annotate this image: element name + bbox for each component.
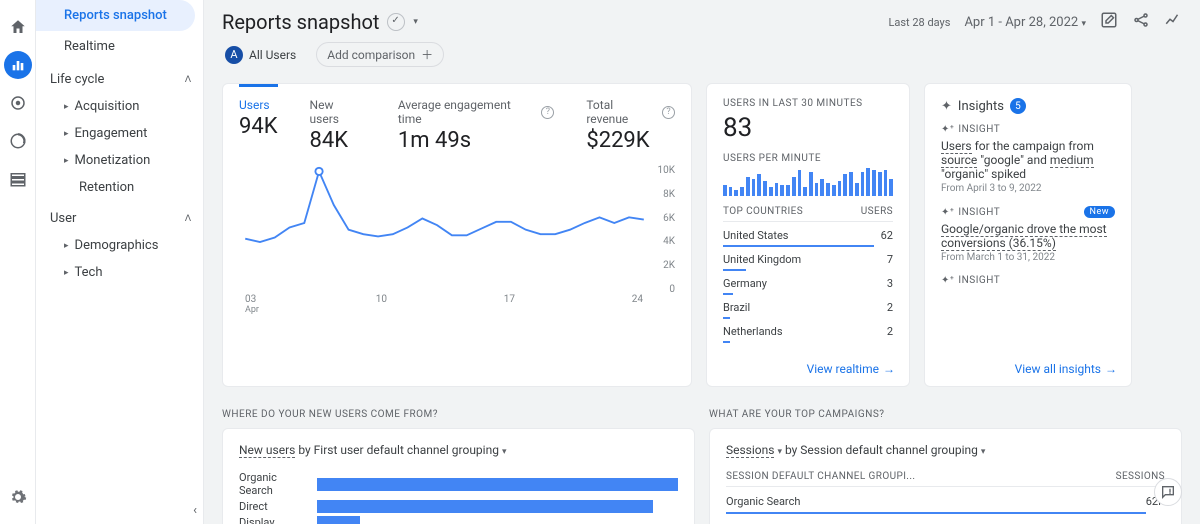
insights-icon[interactable] <box>1164 11 1182 33</box>
nav-item-reports-snapshot[interactable]: Reports snapshot <box>36 0 195 31</box>
caret-right-icon: ▸ <box>64 241 69 251</box>
realtime-title: USERS IN LAST 30 MINUTES <box>723 98 893 109</box>
nav-section-user[interactable]: Userᐱ <box>36 201 203 232</box>
top-campaigns-card: Sessions ▾ by Session default channel gr… <box>709 428 1182 524</box>
date-range-picker[interactable]: Apr 1 - Apr 28, 2022 ▾ <box>964 15 1086 30</box>
realtime-card: USERS IN LAST 30 MINUTES 83 USERS PER MI… <box>706 83 910 387</box>
country-row[interactable]: Brazil2 <box>723 298 893 322</box>
new-users-channel-card: New users by First user default channel … <box>222 428 695 524</box>
kpi-average-engagement-time[interactable]: Average engagement time?1m 49s <box>398 98 554 153</box>
caret-right-icon: ▸ <box>64 129 69 139</box>
channel-bar-row: Direct <box>239 500 678 513</box>
chevron-up-icon: ᐱ <box>185 75 191 85</box>
help-icon[interactable]: ? <box>662 106 675 119</box>
kpi-new-users[interactable]: New users84K <box>310 98 366 153</box>
country-row[interactable]: United Kingdom7 <box>723 250 893 274</box>
realtime-per-min-label: USERS PER MINUTE <box>723 153 893 164</box>
new-badge: New <box>1084 206 1115 218</box>
caret-right-icon: ▸ <box>64 268 69 278</box>
page-title: Reports snapshot <box>222 10 379 34</box>
help-icon[interactable]: ? <box>541 106 554 119</box>
caret-right-icon: ▸ <box>64 156 69 166</box>
insights-spark-icon: ✦ <box>941 99 952 114</box>
kpi-total-revenue[interactable]: Total revenue?$229K <box>586 98 675 153</box>
insights-title: Insights <box>958 99 1004 114</box>
admin-gear-icon[interactable] <box>4 483 32 511</box>
view-realtime-link[interactable]: View realtime→ <box>807 362 895 376</box>
plus-icon: ＋ <box>421 46 433 63</box>
segment-all-users[interactable]: AAll Users <box>222 43 306 67</box>
nav-panel: Reports snapshot Realtime Life cycleᐱ ▸A… <box>36 0 204 524</box>
nav-sub-acquisition[interactable]: ▸Acquisition <box>36 93 203 120</box>
verified-icon[interactable] <box>387 13 405 31</box>
session-row[interactable]: Direct51K <box>726 518 1165 524</box>
explore-icon[interactable] <box>4 89 32 117</box>
session-row[interactable]: Organic Search62K <box>726 491 1165 518</box>
insight-item[interactable]: ✦⁺INSIGHT <box>941 275 1115 286</box>
country-row[interactable]: Germany3 <box>723 274 893 298</box>
nav-sub-demographics[interactable]: ▸Demographics <box>36 232 203 259</box>
reports-icon[interactable] <box>4 51 32 79</box>
section-title-new-users: WHERE DO YOUR NEW USERS COME FROM? <box>222 409 695 420</box>
sparkle-icon: ✦⁺ <box>941 275 954 286</box>
chevron-down-icon: ▾ <box>981 447 986 457</box>
chevron-down-icon: ▾ <box>1081 19 1086 29</box>
channel-bar-row: Organic Search <box>239 471 678 497</box>
nav-sub-tech[interactable]: ▸Tech <box>36 259 203 286</box>
channel-bar-row: Display <box>239 516 678 524</box>
nav-sub-engagement[interactable]: ▸Engagement <box>36 120 203 147</box>
home-icon[interactable] <box>4 13 32 41</box>
kpi-users[interactable]: Users94K <box>239 84 278 153</box>
arrow-right-icon: → <box>1105 362 1117 376</box>
customize-report-icon[interactable] <box>1100 11 1118 33</box>
add-comparison-button[interactable]: Add comparison＋ <box>316 42 444 67</box>
nav-rail <box>0 0 36 524</box>
sparkle-icon: ✦⁺ <box>941 207 954 218</box>
users-per-minute-bars <box>723 168 893 196</box>
main-content: Reports snapshot ▾ Last 28 days Apr 1 - … <box>204 0 1200 524</box>
arrow-right-icon: → <box>883 362 895 376</box>
date-range-label: Last 28 days <box>888 16 950 29</box>
caret-right-icon: ▸ <box>64 102 69 112</box>
insights-count-badge: 5 <box>1010 98 1026 114</box>
feedback-button[interactable] <box>1154 478 1182 506</box>
country-row[interactable]: Netherlands2 <box>723 322 893 346</box>
section-title-campaigns: WHAT ARE YOUR TOP CAMPAIGNS? <box>709 409 1182 420</box>
users-line-chart: 10K8K6K4K2K0 03101724 <box>239 165 675 315</box>
share-icon[interactable] <box>1132 11 1150 33</box>
realtime-value: 83 <box>723 113 893 143</box>
chevron-down-icon: ▾ <box>502 447 507 457</box>
card-header[interactable]: New users by First user default channel … <box>239 443 678 457</box>
insight-item[interactable]: ✦⁺INSIGHTUsers for the campaign from sou… <box>941 124 1115 194</box>
country-row[interactable]: United States62 <box>723 226 893 250</box>
nav-sub-monetization[interactable]: ▸Monetization <box>36 147 203 174</box>
nav-section-lifecycle[interactable]: Life cycleᐱ <box>36 62 203 93</box>
view-all-insights-link[interactable]: View all insights→ <box>1015 362 1117 376</box>
collapse-nav-icon[interactable]: ‹ <box>193 503 197 518</box>
insights-card: ✦ Insights 5 ✦⁺INSIGHTUsers for the camp… <box>924 83 1132 387</box>
nav-item-realtime[interactable]: Realtime <box>36 31 203 62</box>
insight-item[interactable]: ✦⁺INSIGHTNewGoogle/organic drove the mos… <box>941 206 1115 263</box>
advertising-icon[interactable] <box>4 127 32 155</box>
card-header[interactable]: Sessions ▾ by Session default channel gr… <box>726 443 1165 457</box>
sparkle-icon: ✦⁺ <box>941 124 954 135</box>
configure-icon[interactable] <box>4 165 32 193</box>
chevron-up-icon: ᐱ <box>185 214 191 224</box>
overview-chart-card: Users94K New users84K Average engagement t… <box>222 83 692 387</box>
nav-sub-retention[interactable]: Retention <box>36 174 203 201</box>
chevron-down-icon[interactable]: ▾ <box>413 17 418 27</box>
